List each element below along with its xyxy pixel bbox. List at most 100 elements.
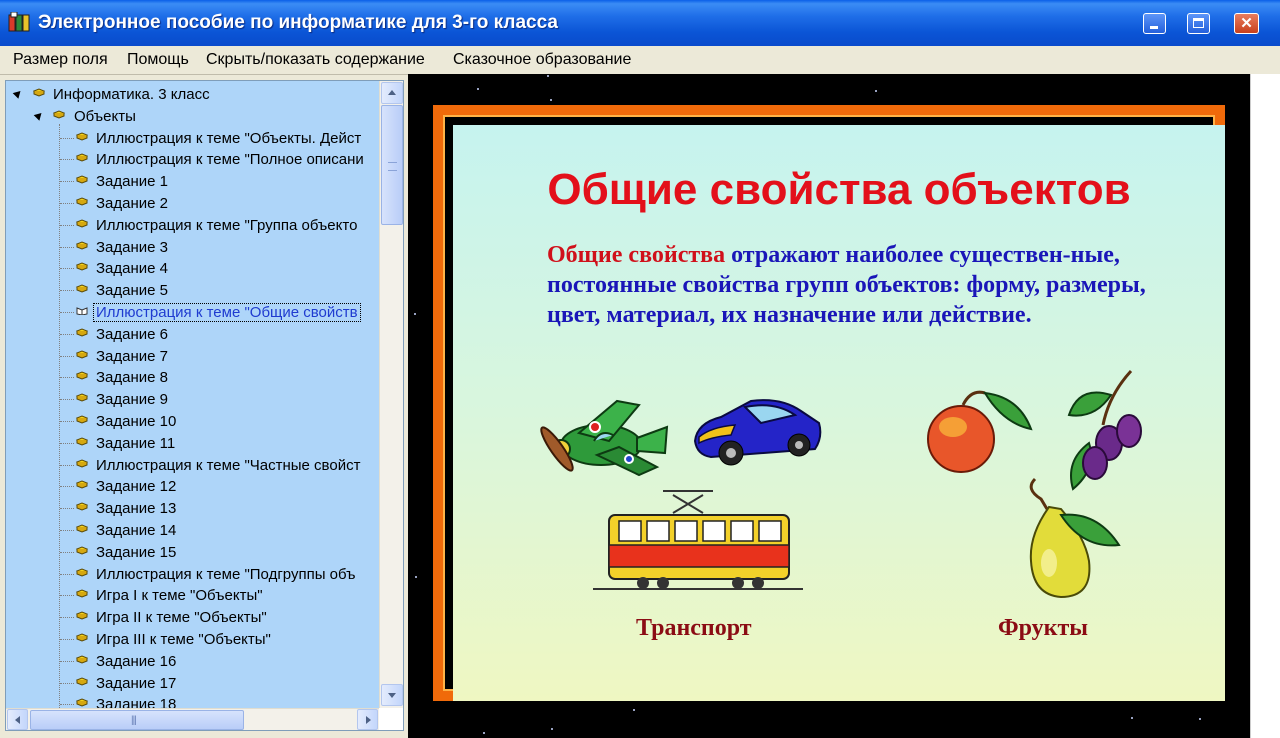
book-icon [76, 480, 88, 489]
tree-item[interactable]: Задание 3 [6, 237, 379, 258]
star [550, 98, 553, 101]
tree-item[interactable]: Задание 14 [6, 520, 379, 541]
tree-item[interactable]: Задание 5 [6, 280, 379, 301]
maximize-icon [1193, 18, 1204, 28]
star [1198, 718, 1201, 720]
book-icon [76, 153, 88, 162]
book-icon [76, 611, 88, 620]
menu-fairy-education[interactable]: Сказочное образование [453, 51, 631, 69]
tree-item[interactable]: Иллюстрация к теме "Объекты. Дейст [6, 128, 379, 149]
book-icon [76, 589, 88, 598]
tree-item[interactable]: Иллюстрация к теме "Частные свойст [6, 455, 379, 476]
star [632, 709, 635, 712]
tree-item[interactable]: Задание 13 [6, 498, 379, 519]
menu-field-size[interactable]: Размер поля [13, 51, 108, 69]
menu-bar: Размер поля Помощь Скрыть/показать содер… [0, 46, 1280, 75]
slide-lead-term: Общие свойства [547, 242, 726, 268]
tree-item-label: Задание 4 [96, 260, 169, 278]
book-icon [76, 175, 88, 184]
arrow-right-icon [366, 716, 371, 724]
tree-item[interactable]: Задание 9 [6, 389, 379, 410]
tree-item[interactable]: Задание 16 [6, 651, 379, 672]
book-icon [76, 633, 88, 642]
scroll-down-button[interactable] [381, 684, 403, 706]
book-icon [76, 197, 88, 206]
tree-item[interactable]: Игра III к теме "Объекты" [6, 629, 379, 650]
tree-item-label: Задание 7 [96, 347, 169, 365]
h-scroll-thumb[interactable]: ||| [30, 710, 244, 730]
contents-tree[interactable]: Информатика. 3 класс Объекты Иллюстрация к… [6, 81, 379, 708]
horizontal-scrollbar[interactable]: ||| [6, 708, 379, 730]
tree-item-label: Задание 6 [96, 325, 169, 343]
tree-item[interactable]: Задание 2 [6, 193, 379, 214]
tree-item[interactable]: Задание 12 [6, 476, 379, 497]
tree-item-label: Игра II к теме "Объекты" [96, 609, 267, 627]
tree-item[interactable]: Задание 17 [6, 673, 379, 694]
vertical-scrollbar[interactable] [379, 81, 403, 708]
tree-item-label: Задание 3 [96, 238, 169, 256]
tree-item[interactable]: Задание 1 [6, 171, 379, 192]
tree-item-root[interactable]: Информатика. 3 класс [6, 84, 379, 105]
caption-fruits: Фрукты [998, 615, 1088, 641]
tree-item-label: Задание 16 [96, 652, 177, 670]
star [483, 731, 486, 734]
close-icon: ✕ [1240, 15, 1253, 32]
tree-item-label: Задание 12 [96, 478, 177, 496]
slide-viewer: Общие свойства объектов Общие свойства о… [408, 74, 1250, 738]
tree-item[interactable]: Задание 18 [6, 694, 379, 708]
tree-item[interactable]: Игра I к теме "Объекты" [6, 585, 379, 606]
tree-item[interactable]: Задание 11 [6, 433, 379, 454]
book-icon [76, 415, 88, 424]
tree-item[interactable]: Игра II к теме "Объекты" [6, 607, 379, 628]
tree-item[interactable]: Иллюстрация к теме "Полное описани [6, 149, 379, 170]
minimize-button[interactable] [1143, 13, 1166, 34]
book-icon [76, 284, 88, 293]
star [415, 576, 418, 579]
tree-item-label: Иллюстрация к теме "Общие свойств [93, 303, 361, 322]
scroll-thumb[interactable] [381, 105, 403, 225]
tree-item[interactable]: Задание 4 [6, 258, 379, 279]
maximize-button[interactable] [1187, 13, 1210, 34]
scroll-left-button[interactable] [7, 709, 28, 730]
tree-item-label: Иллюстрация к теме "Объекты. Дейст [96, 129, 362, 147]
tree-item[interactable]: Задание 6 [6, 324, 379, 345]
book-icon [76, 393, 88, 402]
scroll-up-button[interactable] [381, 82, 403, 104]
open-book-icon [76, 307, 88, 315]
star [1130, 716, 1133, 719]
tree-item-label: Задание 15 [96, 543, 177, 561]
tree-item-label: Задание 1 [96, 173, 169, 191]
tree-item-folder[interactable]: Объекты [6, 106, 379, 127]
book-app-icon [8, 12, 30, 32]
tree-item-label: Информатика. 3 класс [53, 86, 210, 103]
tree-item-label: Игра III к теме "Объекты" [96, 631, 271, 648]
menu-toggle-contents[interactable]: Скрыть/показать содержание [206, 51, 425, 69]
close-button[interactable]: ✕ [1234, 13, 1259, 34]
tree-item-label: Задание 17 [96, 674, 177, 692]
tree-item[interactable]: Задание 15 [6, 542, 379, 563]
tree-item-label: Объекты [74, 107, 136, 125]
menu-help[interactable]: Помощь [127, 51, 189, 69]
right-margin [1250, 74, 1280, 738]
slide: Общие свойства объектов Общие свойства о… [453, 125, 1225, 701]
tree-item-label: Задание 8 [96, 369, 169, 387]
tree-item[interactable]: Иллюстрация к теме "Подгруппы объ [6, 564, 379, 585]
pear-illustration [1029, 477, 1121, 599]
book-icon [76, 568, 88, 577]
scroll-right-button[interactable] [357, 709, 378, 730]
tree-item[interactable]: Задание 10 [6, 411, 379, 432]
book-icon [76, 132, 88, 141]
tree-item-label: Иллюстрация к теме "Полное описани [96, 151, 364, 169]
tree-item[interactable]: Иллюстрация к теме "Общие свойств [6, 302, 379, 323]
tree-item-label: Игра I к теме "Объекты" [96, 587, 263, 605]
book-icon [33, 88, 45, 97]
window-title: Электронное пособие по информатике для 3… [38, 12, 558, 33]
tree-item[interactable]: Задание 7 [6, 346, 379, 367]
book-icon [76, 655, 88, 664]
slide-frame: Общие свойства объектов Общие свойства о… [433, 105, 1225, 701]
slide-text: Общие свойства отражают наиболее существ… [547, 240, 1157, 330]
tree-item[interactable]: Задание 8 [6, 367, 379, 388]
tree-item-label: Задание 5 [96, 282, 169, 300]
tree-item[interactable]: Иллюстрация к теме "Группа объекто [6, 215, 379, 236]
book-icon [76, 546, 88, 555]
